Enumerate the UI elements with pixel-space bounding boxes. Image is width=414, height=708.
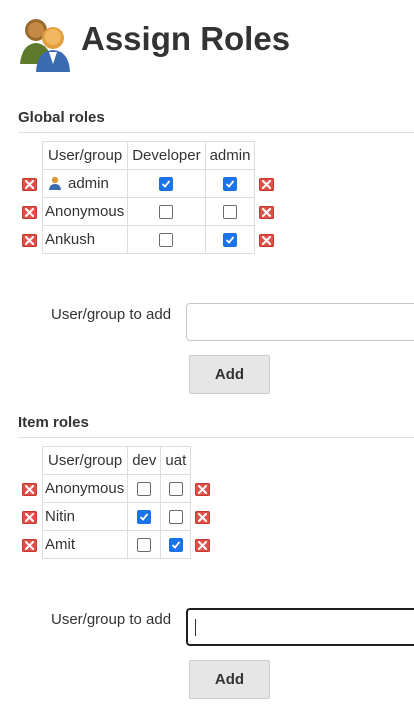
table-row: Anonymous	[18, 474, 216, 503]
delete-cell	[18, 226, 43, 254]
header-role-uat: uat	[160, 446, 192, 475]
header-spacer	[18, 142, 43, 170]
table-row: Ankush	[18, 225, 280, 254]
table-row: Nitin	[18, 502, 216, 531]
delete-icon[interactable]	[259, 233, 275, 247]
table-row: admin	[18, 169, 280, 198]
delete-cell	[191, 503, 216, 531]
user-group-cell: Nitin	[41, 502, 129, 531]
delete-icon[interactable]	[195, 538, 211, 552]
header-role-developer: Developer	[127, 141, 206, 170]
delete-icon[interactable]	[22, 205, 37, 219]
delete-icon[interactable]	[22, 233, 37, 247]
global-add-button[interactable]: Add	[189, 355, 270, 394]
role-cell-Developer	[127, 225, 206, 254]
user-group-cell: Amit	[41, 530, 129, 559]
header-role-admin: admin	[204, 141, 256, 170]
delete-cell	[18, 198, 43, 226]
global-user-group-input[interactable]	[186, 303, 414, 341]
header-spacer	[255, 142, 280, 170]
global-roles-table: User/group Developer admin admin Anonymou…	[18, 141, 279, 254]
role-cell-Developer	[127, 169, 206, 198]
user-group-cell: Anonymous	[41, 197, 129, 226]
header-user-group: User/group	[41, 141, 129, 170]
checkbox-unchecked[interactable]	[159, 205, 174, 220]
role-cell-uat	[160, 530, 192, 559]
user-group-name: Ankush	[45, 231, 96, 248]
checkbox-unchecked[interactable]	[137, 538, 152, 553]
delete-cell	[18, 531, 43, 559]
checkbox-checked[interactable]	[223, 233, 238, 248]
user-group-cell: Anonymous	[41, 474, 129, 503]
delete-cell	[18, 503, 43, 531]
checkbox-checked[interactable]	[159, 177, 174, 192]
user-icon	[48, 176, 62, 190]
delete-icon[interactable]	[22, 177, 37, 191]
user-group-cell: admin	[41, 169, 129, 198]
header-role-dev: dev	[127, 446, 162, 475]
item-add-button[interactable]: Add	[189, 660, 270, 699]
delete-cell	[191, 531, 216, 559]
checkbox-checked[interactable]	[168, 538, 183, 553]
item-roles-table: User/group dev uat Anonymous Nitin Amit	[18, 446, 215, 559]
delete-cell	[255, 198, 280, 226]
delete-cell	[18, 170, 43, 198]
global-roles-title: Global roles	[18, 109, 105, 126]
user-group-name: Nitin	[45, 508, 76, 525]
checkbox-unchecked[interactable]	[168, 510, 183, 525]
checkbox-unchecked[interactable]	[159, 233, 174, 248]
delete-icon[interactable]	[195, 482, 211, 496]
delete-icon[interactable]	[259, 205, 275, 219]
role-cell-uat	[160, 502, 192, 531]
header-spacer	[191, 447, 216, 475]
user-group-cell: Ankush	[41, 225, 129, 254]
checkbox-checked[interactable]	[137, 510, 152, 525]
item-add-label: User/group to add	[51, 611, 172, 628]
delete-cell	[255, 170, 280, 198]
user-group-name: admin	[68, 175, 109, 192]
role-cell-admin	[204, 197, 256, 226]
header-spacer	[18, 447, 43, 475]
delete-cell	[255, 226, 280, 254]
delete-icon[interactable]	[22, 538, 37, 552]
role-cell-Developer	[127, 197, 206, 226]
user-group-name: Anonymous	[45, 203, 125, 220]
table-row: Amit	[18, 530, 216, 559]
global-add-label: User/group to add	[51, 306, 172, 323]
delete-icon[interactable]	[22, 482, 37, 496]
header-user-group: User/group	[41, 446, 129, 475]
role-cell-uat	[160, 474, 192, 503]
table-row: Anonymous	[18, 197, 280, 226]
item-roles-title: Item roles	[18, 414, 89, 431]
role-cell-dev	[127, 502, 162, 531]
role-cell-admin	[204, 225, 256, 254]
checkbox-checked[interactable]	[223, 177, 238, 192]
checkbox-unchecked[interactable]	[137, 482, 152, 497]
item-user-group-input[interactable]	[186, 608, 414, 646]
checkbox-unchecked[interactable]	[223, 205, 238, 220]
text-caret	[195, 619, 196, 636]
users-icon	[20, 19, 70, 72]
delete-cell	[18, 475, 43, 503]
delete-cell	[191, 475, 216, 503]
page-title: Assign Roles	[81, 20, 291, 57]
delete-icon[interactable]	[259, 177, 275, 191]
role-cell-dev	[127, 474, 162, 503]
global-roles-divider	[18, 132, 414, 133]
role-cell-admin	[204, 169, 256, 198]
role-cell-dev	[127, 530, 162, 559]
user-group-name: Anonymous	[45, 480, 125, 497]
item-roles-divider	[18, 437, 414, 438]
user-group-name: Amit	[45, 536, 75, 553]
checkbox-unchecked[interactable]	[168, 482, 183, 497]
delete-icon[interactable]	[195, 510, 211, 524]
delete-icon[interactable]	[22, 510, 37, 524]
